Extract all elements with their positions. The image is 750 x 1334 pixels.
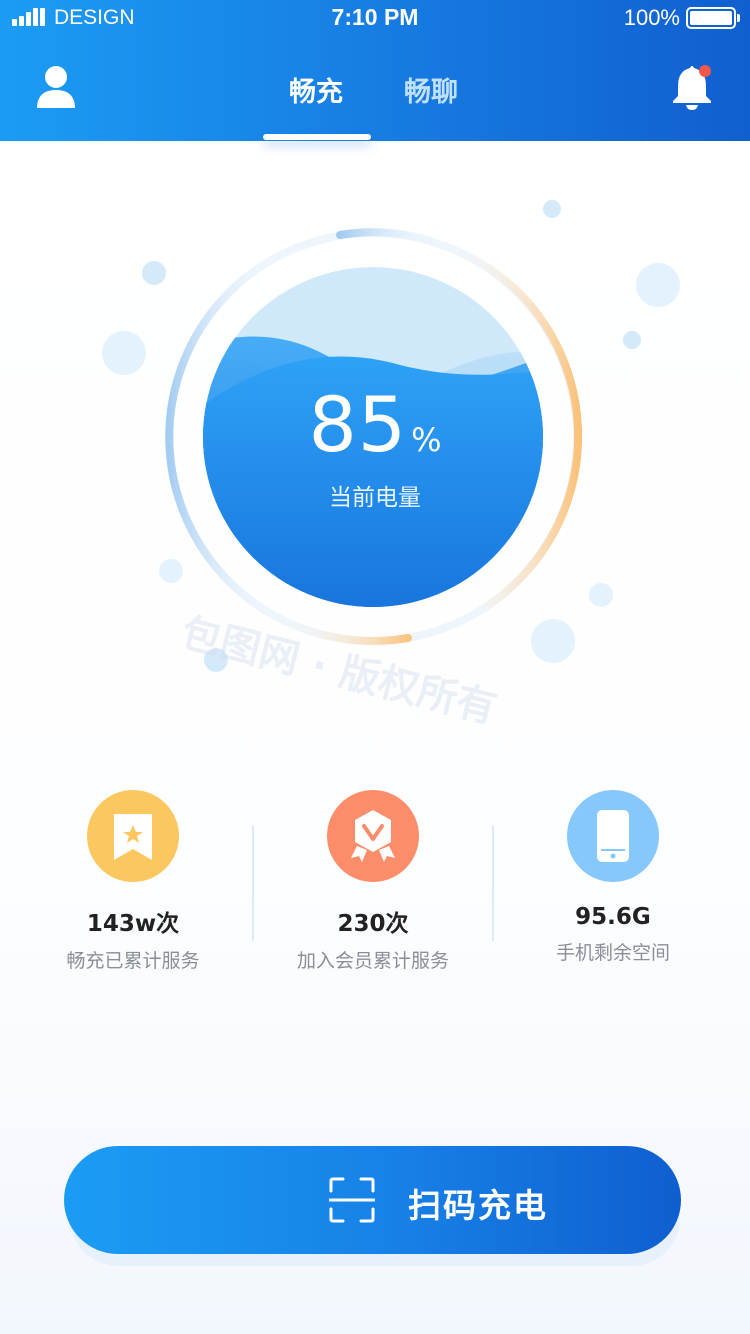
user-icon	[37, 66, 75, 108]
scan-button-label: 扫码充电	[408, 1186, 548, 1225]
battery-icon	[686, 7, 740, 29]
battery-unit: %	[411, 421, 442, 459]
active-tab-indicator	[263, 134, 371, 140]
stat-value: 143w次	[86, 911, 180, 937]
stat-label: 手机剩余空间	[555, 942, 670, 964]
stat-label: 加入会员累计服务	[296, 950, 449, 972]
header: DESIGN 7:10 PM 100% 畅充 畅聊	[0, 0, 750, 141]
stat-label: 畅充已累计服务	[66, 950, 200, 972]
battery-percentage-display: 85%	[0, 380, 750, 469]
battery-percentage: 100%	[623, 5, 680, 30]
stat-phone-storage: 95.6G 手机剩余空间	[493, 790, 733, 965]
bell-icon	[673, 65, 711, 110]
stat-value: 95.6G	[575, 904, 651, 930]
phone-icon	[567, 790, 659, 882]
scan-icon	[329, 1177, 375, 1223]
notification-button[interactable]	[670, 64, 714, 112]
battery-label: 当前电量	[329, 485, 421, 511]
scan-charge-button[interactable]: 扫码充电	[64, 1146, 681, 1254]
tab-charge[interactable]: 畅充	[289, 70, 343, 109]
stat-value: 230次	[337, 911, 409, 937]
user-profile-button[interactable]	[34, 64, 78, 110]
vip-badge-icon	[327, 790, 419, 882]
tab-chat[interactable]: 畅聊	[404, 70, 458, 109]
status-bar: DESIGN 7:10 PM 100%	[0, 0, 750, 38]
notification-dot	[699, 65, 711, 77]
stat-member-services: 230次 加入会员累计服务	[253, 790, 493, 973]
battery-value: 85	[308, 380, 408, 469]
bookmark-star-icon	[87, 790, 179, 882]
stat-total-charges: 143w次 畅充已累计服务	[13, 790, 253, 973]
